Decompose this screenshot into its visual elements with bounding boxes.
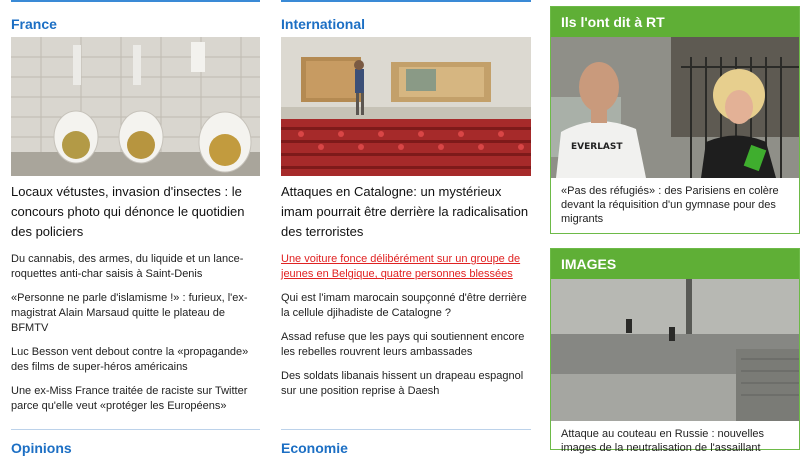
- opinions-section: Opinions: [11, 429, 260, 456]
- rt-said-caption[interactable]: «Pas des réfugiés» : des Parisiens en co…: [551, 178, 799, 226]
- france-lead-headline[interactable]: Locaux vétustes, invasion d'insectes : l…: [11, 182, 260, 242]
- images-box: IMAGES Attaque au couteau en Russie : no…: [550, 248, 800, 454]
- france-article-link[interactable]: «Personne ne parle d'islamisme !» : furi…: [11, 291, 260, 336]
- france-section: France Locaux vétustes, invasion d'insec…: [11, 0, 260, 414]
- international-article-link[interactable]: Qui est l'imam marocain soupçonné d'être…: [281, 291, 531, 321]
- economie-section: Economie: [281, 429, 531, 456]
- rt-said-box: Ils l'ont dit à RT EVERLAST «Pas des réf…: [550, 6, 800, 234]
- france-article-link[interactable]: Une ex-Miss France traitée de raciste su…: [11, 384, 260, 414]
- international-article-link[interactable]: Des soldats libanais hissent un drapeau …: [281, 369, 531, 399]
- section-title-opinions[interactable]: Opinions: [11, 430, 260, 456]
- rt-said-title[interactable]: Ils l'ont dit à RT: [551, 7, 799, 37]
- images-title[interactable]: IMAGES: [551, 249, 799, 279]
- international-lead-headline[interactable]: Attaques en Catalogne: un mystérieux ima…: [281, 182, 531, 242]
- international-lead-image[interactable]: [281, 37, 531, 176]
- international-article-link[interactable]: Assad refuse que les pays qui soutiennen…: [281, 330, 531, 360]
- svg-text:EVERLAST: EVERLAST: [571, 142, 623, 152]
- france-article-link[interactable]: Du cannabis, des armes, du liquide et un…: [11, 252, 260, 282]
- section-title-international[interactable]: International: [281, 15, 531, 37]
- section-divider: [281, 0, 531, 5]
- images-video-thumbnail[interactable]: [551, 279, 799, 421]
- section-divider: [11, 0, 260, 5]
- international-section: International Attaques en Catalogne: un …: [281, 0, 531, 399]
- france-lead-image[interactable]: [11, 37, 260, 176]
- international-highlight-link[interactable]: Une voiture fonce délibérément sur un gr…: [281, 252, 531, 282]
- rt-said-image[interactable]: EVERLAST: [551, 37, 799, 178]
- section-title-france[interactable]: France: [11, 15, 260, 37]
- france-article-link[interactable]: Luc Besson vent debout contre la «propag…: [11, 345, 260, 375]
- section-title-economie[interactable]: Economie: [281, 430, 531, 456]
